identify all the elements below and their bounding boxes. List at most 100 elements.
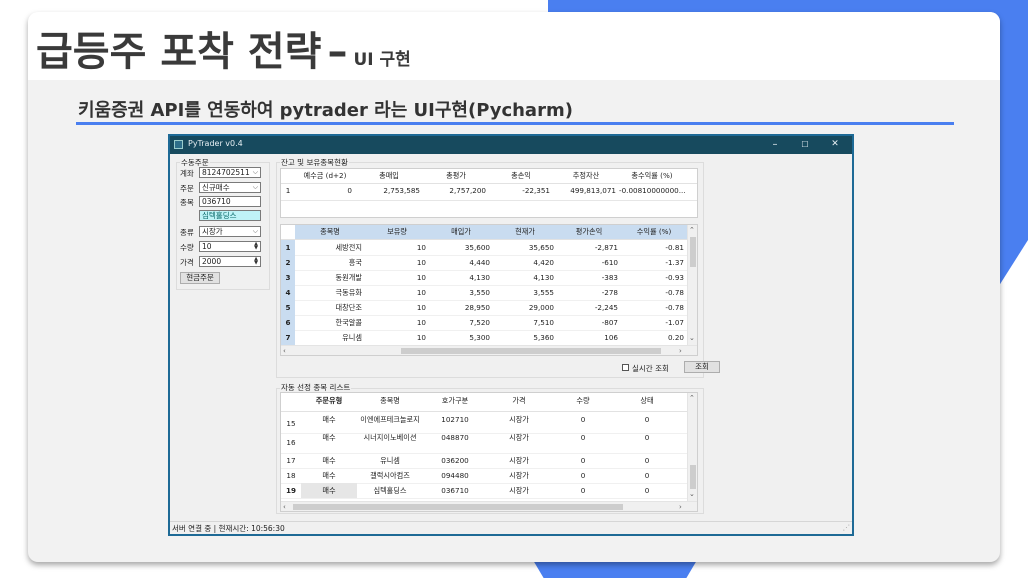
chevron-down-icon: ⌵ xyxy=(252,227,258,235)
chevron-down-icon: ⌵ xyxy=(252,168,258,176)
table-cell: 10 xyxy=(416,273,426,282)
subtitle-underline xyxy=(76,122,954,125)
table-cell: 102710 xyxy=(441,415,469,424)
table-cell: 매수 xyxy=(322,415,336,424)
table-cell: 3,550 xyxy=(469,288,490,297)
table-row[interactable]: 2 흥국 10 4,440 4,420 -610 -1.37 xyxy=(281,255,687,271)
summary-cell: 2,753,585 xyxy=(383,186,420,195)
table-cell: -2,245 xyxy=(594,303,618,312)
table-cell: -807 xyxy=(601,318,618,327)
summary-cell: 2,757,200 xyxy=(449,186,486,195)
query-button[interactable]: 조회 xyxy=(684,361,720,373)
table-cell: 매수 xyxy=(322,471,336,480)
spin-arrows-icon[interactable]: ▲ ▼ xyxy=(253,257,259,266)
row-index: 18 xyxy=(286,471,296,480)
close-button[interactable]: ✕ xyxy=(828,138,842,151)
holdings-table: 종목명 보유량 매입가 현재가 평가손익 수익률 (%) 1 세방전지 10 35,6… xyxy=(280,224,698,356)
price-type-value: 시장가 xyxy=(202,227,223,236)
scroll-right-icon[interactable]: › xyxy=(679,502,682,511)
table-cell: -1.07 xyxy=(665,318,684,327)
scroll-thumb[interactable] xyxy=(293,504,623,510)
table-row[interactable]: 5 대창단조 10 28,950 29,000 -2,245 -0.78 xyxy=(281,300,687,316)
table-cell: -610 xyxy=(601,258,618,267)
price-type-select[interactable]: 시장가 ⌵ xyxy=(199,226,261,237)
code-input[interactable]: 036710 xyxy=(199,196,261,207)
table-cell: 4,130 xyxy=(469,273,490,282)
table-cell: 시장가 xyxy=(509,486,529,495)
holdings-vertical-scrollbar[interactable]: ⌃ ⌄ xyxy=(687,225,697,345)
account-select[interactable]: 8124702511 ⌵ xyxy=(199,167,261,178)
table-row[interactable]: 6 한국알콜 10 7,520 7,510 -807 -1.07 xyxy=(281,315,687,331)
holdings-header-cell: 평가손익 xyxy=(575,227,603,236)
auto-list-header-row: 주문유형 종목명 호가구분 가격 수량 상태 xyxy=(281,393,697,412)
quantity-label: 수량 xyxy=(180,243,194,252)
table-cell: 한국알콜 xyxy=(335,318,362,327)
scroll-left-icon[interactable]: ‹ xyxy=(283,346,286,355)
pytrader-window: PyTrader v0.4 – ☐ ✕ 수동주문 계좌 8124702511 ⌵… xyxy=(168,134,854,536)
table-cell: 매수 xyxy=(322,456,336,465)
summary-row[interactable]: 1 0 2,753,585 2,757,200 -22,351 499,813,… xyxy=(281,184,697,198)
summary-header-cell: 총매입 xyxy=(379,171,399,180)
table-row[interactable]: 7 유니셈 10 5,300 5,360 106 0.20 xyxy=(281,330,687,346)
spin-arrows-icon[interactable]: ▲ ▼ xyxy=(253,242,259,251)
summary-cell: 0 xyxy=(347,186,352,195)
summary-header-cell: 총평가 xyxy=(446,171,466,180)
scroll-up-icon[interactable]: ⌃ xyxy=(689,225,695,235)
scroll-down-icon[interactable]: ⌄ xyxy=(689,333,695,343)
row-index: 19 xyxy=(285,486,296,495)
table-cell: -0.81 xyxy=(665,243,684,252)
table-cell: 7,520 xyxy=(469,318,490,327)
table-cell: 0 xyxy=(644,433,650,442)
table-row[interactable]: 4 극동유화 10 3,550 3,555 -278 -0.78 xyxy=(281,285,687,301)
table-row[interactable]: 1 세방전지 10 35,600 35,650 -2,871 -0.81 xyxy=(281,240,687,256)
auto-list-horizontal-scrollbar[interactable]: ‹ › xyxy=(281,501,697,511)
table-cell: -0.78 xyxy=(665,303,684,312)
table-cell: 유니셈 xyxy=(380,456,400,465)
minimize-button[interactable]: – xyxy=(768,138,782,151)
auto-list-header-cell: 주문유형 xyxy=(315,396,343,405)
table-cell: 극동유화 xyxy=(335,288,362,297)
table-cell: 0 xyxy=(644,471,650,480)
table-cell: -1.37 xyxy=(665,258,684,267)
holdings-header-cell: 수익률 (%) xyxy=(636,227,672,236)
table-cell: -2,871 xyxy=(594,243,618,252)
table-cell: 4,420 xyxy=(533,258,554,267)
quantity-stepper[interactable]: 10 ▲ ▼ xyxy=(199,241,261,252)
table-row[interactable]: 19 매수 심텍홀딩스 036710 시장가 0 0 xyxy=(281,483,689,499)
maximize-button[interactable]: ☐ xyxy=(798,138,812,151)
app-icon xyxy=(174,140,183,149)
table-row[interactable]: 17 매수 유니셈 036200 시장가 0 0 xyxy=(281,453,689,469)
table-cell: 4,440 xyxy=(469,258,490,267)
table-cell: -383 xyxy=(601,273,618,282)
scroll-down-icon[interactable]: ⌄ xyxy=(689,489,695,499)
table-cell: 0 xyxy=(580,456,586,465)
auto-list-vertical-scrollbar[interactable]: ⌃ ⌄ xyxy=(687,393,697,501)
table-cell: 5,360 xyxy=(533,333,554,342)
order-type-select[interactable]: 신규매수 ⌵ xyxy=(199,182,261,193)
scroll-up-icon[interactable]: ⌃ xyxy=(689,393,695,403)
table-cell: 10 xyxy=(416,243,426,252)
scroll-thumb[interactable] xyxy=(690,237,696,267)
table-cell: 10 xyxy=(416,333,426,342)
table-cell: 0 xyxy=(580,433,586,442)
scroll-right-icon[interactable]: › xyxy=(679,346,682,355)
table-cell: 036200 xyxy=(441,456,469,465)
scroll-thumb[interactable] xyxy=(401,348,661,354)
summary-table: 예수금 (d+2) 총매입 총평가 총손익 추정자산 총수익률 (%) 1 0 … xyxy=(280,168,698,218)
price-stepper[interactable]: 2000 ▲ ▼ xyxy=(199,256,261,267)
scroll-left-icon[interactable]: ‹ xyxy=(283,502,286,511)
table-row[interactable]: 3 동원개발 10 4,130 4,130 -383 -0.93 xyxy=(281,270,687,286)
holdings-header-row: 종목명 보유량 매입가 현재가 평가손익 수익률 (%) xyxy=(281,225,697,240)
realtime-checkbox[interactable] xyxy=(622,364,629,371)
scroll-thumb[interactable] xyxy=(690,465,696,489)
order-type-label: 주문 xyxy=(180,184,194,193)
table-row[interactable]: 15 매수 이엔에프테크놀로지 102710 시장가 0 0 xyxy=(281,415,689,434)
row-index: 7 xyxy=(281,330,295,345)
cash-order-button[interactable]: 현금주문 xyxy=(180,272,220,284)
status-text: 서버 연결 중 | 현재시간: 10:56:30 xyxy=(172,524,285,533)
table-cell: 시장가 xyxy=(509,415,529,424)
holdings-horizontal-scrollbar[interactable]: ‹ › xyxy=(281,345,697,355)
resize-grip-icon[interactable]: ⋰ xyxy=(843,523,851,532)
table-row[interactable]: 16 매수 시너지이노베이션 048870 시장가 0 0 xyxy=(281,433,689,454)
table-row[interactable]: 18 매수 갤럭시아컴즈 094480 시장가 0 0 xyxy=(281,468,689,484)
